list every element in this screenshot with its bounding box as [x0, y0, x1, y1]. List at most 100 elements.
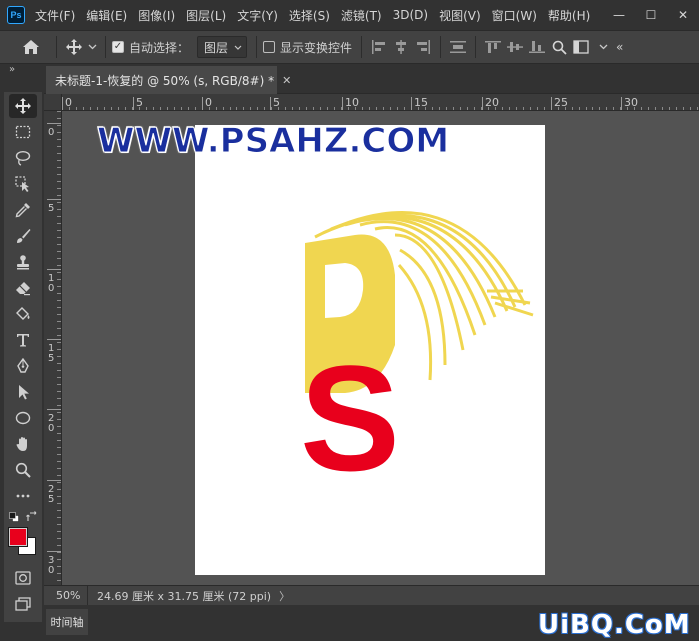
ruler-label: 5 — [273, 96, 280, 109]
ruler-label: 0 — [65, 96, 72, 109]
ruler-vertical[interactable]: 051015202530 — [44, 111, 62, 585]
ruler-label: 5 — [48, 203, 54, 214]
status-bar: 50% 24.69 厘米 x 31.75 厘米 (72 ppi) 〉 — [44, 585, 699, 606]
menu-3d[interactable]: 3D(D) — [393, 8, 428, 22]
menu-layer[interactable]: 图层(L) — [186, 7, 226, 24]
close-button[interactable]: ✕ — [667, 3, 699, 27]
options-overflow[interactable]: « — [616, 40, 623, 54]
site-watermark-logo: UiBQ.CoM — [538, 610, 691, 640]
quick-mask-icon[interactable] — [9, 566, 37, 590]
ruler-horizontal[interactable]: 0 5 0 5 10 15 20 25 30 — [62, 94, 699, 111]
align-top-icon[interactable] — [482, 36, 504, 58]
menu-type[interactable]: 文字(Y) — [237, 7, 278, 24]
zoom-tool-icon[interactable] — [9, 458, 37, 482]
paint-bucket-tool-icon[interactable] — [9, 302, 37, 326]
menu-edit[interactable]: 编辑(E) — [86, 7, 127, 24]
ruler-label: 20 — [485, 96, 499, 109]
chevron-right-icon[interactable]: 〉 — [279, 588, 290, 604]
pen-tool-icon[interactable] — [9, 354, 37, 378]
document-tab-title: 未标题-1-恢复的 @ 50% (s, RGB/8#) * — [55, 73, 275, 88]
ruler-label: 0 — [48, 127, 54, 138]
marquee-tool-icon[interactable] — [9, 120, 37, 144]
search-icon[interactable] — [548, 36, 570, 58]
menu-select[interactable]: 选择(S) — [289, 7, 330, 24]
ruler-label: 30 — [624, 96, 638, 109]
divider — [56, 36, 57, 58]
type-tool-icon[interactable] — [9, 328, 37, 352]
auto-select-label: 自动选择： — [129, 40, 190, 55]
home-icon[interactable] — [20, 36, 42, 58]
ruler-label: 5 — [48, 353, 54, 364]
ruler-label: 5 — [48, 494, 54, 505]
more-tools-icon[interactable] — [9, 484, 37, 508]
artwork: S — [300, 211, 534, 502]
align-bottom-icon[interactable] — [526, 36, 548, 58]
document-tab[interactable]: 未标题-1-恢复的 @ 50% (s, RGB/8#) * ✕ — [46, 66, 291, 94]
photoshop-logo: Ps — [7, 6, 25, 24]
ruler-label: 0 — [48, 565, 54, 576]
swap-colors-icon[interactable] — [26, 511, 38, 523]
dropdown-value: 图层 — [204, 40, 229, 55]
ruler-corner — [44, 94, 62, 111]
chevron-down-icon — [234, 45, 242, 50]
menu-help[interactable]: 帮助(H) — [548, 7, 590, 24]
eraser-tool-icon[interactable] — [9, 276, 37, 300]
divider — [475, 36, 477, 58]
divider — [105, 36, 106, 58]
menu-file[interactable]: 文件(F) — [35, 7, 75, 24]
tools-panel — [4, 92, 42, 622]
foreground-color-swatch[interactable] — [8, 527, 28, 547]
show-transform-checkbox[interactable] — [263, 41, 276, 53]
window-controls: — ☐ ✕ — [603, 0, 699, 30]
brush-tool-icon[interactable] — [9, 224, 37, 248]
align-center-icon[interactable] — [390, 36, 412, 58]
divider — [256, 36, 258, 58]
close-icon[interactable]: ✕ — [282, 74, 291, 87]
divider — [361, 36, 363, 58]
screen-mode-icon[interactable] — [9, 592, 37, 616]
photoshop-window: Ps 文件(F) 编辑(E) 图像(I) 图层(L) 文字(Y) 选择(S) 滤… — [0, 0, 699, 641]
align-middle-icon[interactable] — [504, 36, 526, 58]
maximize-button[interactable]: ☐ — [635, 3, 667, 27]
path-select-tool-icon[interactable] — [9, 380, 37, 404]
divider — [440, 36, 442, 58]
ruler-label: 15 — [414, 96, 428, 109]
minimize-button[interactable]: — — [603, 3, 635, 27]
move-tool-icon[interactable] — [9, 94, 37, 118]
chevron-down-icon[interactable] — [592, 36, 614, 58]
auto-select-target-dropdown[interactable]: 图层 — [197, 36, 248, 58]
menu-view[interactable]: 视图(V) — [439, 7, 481, 24]
distribute-icon[interactable] — [447, 36, 469, 58]
ruler-label: 0 — [205, 96, 212, 109]
ruler-label: 5 — [136, 96, 143, 109]
canvas-area[interactable]: S WWW.PSAHZ.COM — [62, 111, 699, 585]
stamp-tool-icon[interactable] — [9, 250, 37, 274]
show-transform-label: 显示变换控件 — [280, 40, 353, 55]
ruler-label: 0 — [48, 283, 54, 294]
align-right-icon[interactable] — [412, 36, 434, 58]
ruler-label: 10 — [345, 96, 359, 109]
object-select-tool-icon[interactable] — [9, 172, 37, 196]
ruler-label: 25 — [554, 96, 568, 109]
menu-filter[interactable]: 滤镜(T) — [341, 7, 382, 24]
ellipse-tool-icon[interactable] — [9, 406, 37, 430]
default-colors-icon[interactable] — [9, 512, 19, 522]
lasso-tool-icon[interactable] — [9, 146, 37, 170]
move-tool-icon[interactable] — [63, 36, 85, 58]
auto-select-checkbox[interactable]: ✓ — [112, 41, 124, 53]
document-info[interactable]: 24.69 厘米 x 31.75 厘米 (72 ppi) — [88, 588, 271, 604]
menu-bar: Ps 文件(F) 编辑(E) 图像(I) 图层(L) 文字(Y) 选择(S) 滤… — [0, 0, 699, 30]
workspace-icon[interactable] — [570, 36, 592, 58]
menu-image[interactable]: 图像(I) — [138, 7, 175, 24]
eyedropper-tool-icon[interactable] — [9, 198, 37, 222]
red-s-letter: S — [300, 334, 400, 502]
menu-window[interactable]: 窗口(W) — [492, 7, 537, 24]
zoom-level-field[interactable]: 50% — [44, 585, 88, 606]
document-canvas[interactable]: S — [195, 125, 545, 575]
tab-timeline[interactable]: 时间轴 — [46, 609, 88, 635]
hand-tool-icon[interactable] — [9, 432, 37, 456]
panel-collapse-button[interactable]: » — [0, 64, 42, 78]
chevron-down-icon[interactable] — [85, 36, 99, 58]
site-watermark-text: WWW.PSAHZ.COM — [96, 121, 450, 162]
align-left-icon[interactable] — [368, 36, 390, 58]
